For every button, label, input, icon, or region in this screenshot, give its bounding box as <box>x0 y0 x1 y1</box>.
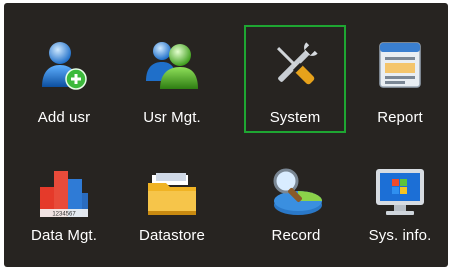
report-icon <box>379 42 421 88</box>
menu-item-label: Report <box>377 109 423 126</box>
menu-item-label: Add usr <box>37 109 91 126</box>
menu-item-label: Data Mgt. <box>31 227 97 244</box>
menu-item-datastore[interactable]: Datastore <box>124 153 220 261</box>
add-user-icon <box>42 42 87 90</box>
menu-item-report[interactable]: Report <box>354 25 446 133</box>
menu-item-user-management[interactable]: Usr Mgt. <box>124 25 220 133</box>
menu-item-add-user[interactable]: Add usr <box>16 25 112 133</box>
search-record-icon <box>273 168 322 215</box>
menu-item-record[interactable]: Record <box>248 153 344 261</box>
menu-item-system-info[interactable]: Sys. info. <box>354 153 446 261</box>
menu-item-label: Usr Mgt. <box>143 109 201 126</box>
folder-icon <box>148 173 196 215</box>
chart-icon-text: 1234567 <box>52 212 76 218</box>
menu-item-label: System <box>269 109 321 126</box>
menu-item-data-management[interactable]: 1234567 Data Mgt. <box>16 153 112 261</box>
menu-item-system[interactable]: System <box>244 25 346 133</box>
menu-item-label: Record <box>271 227 321 244</box>
main-menu-screen: Add usr Usr Mgt. System Report 1234567 D… <box>4 3 448 267</box>
bar-chart-icon: 1234567 <box>40 171 88 218</box>
tools-icon <box>276 42 318 85</box>
monitor-icon <box>376 169 424 215</box>
users-icon <box>146 42 198 89</box>
menu-item-label: Sys. info. <box>368 227 432 244</box>
menu-item-label: Datastore <box>139 227 205 244</box>
